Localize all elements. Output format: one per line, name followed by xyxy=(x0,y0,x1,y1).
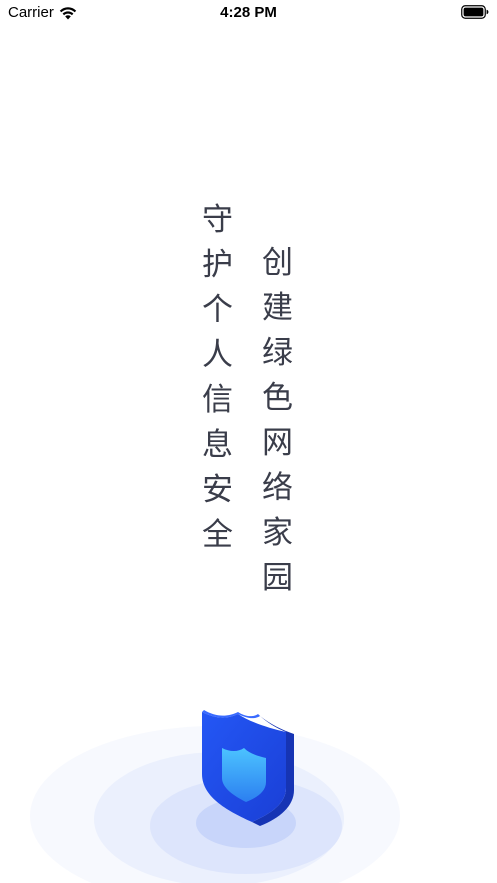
slogan-left-column: 守 护 个 人 信 息 安 全 xyxy=(202,198,233,558)
status-time: 4:28 PM xyxy=(220,4,277,21)
slogan-char: 建 xyxy=(262,290,293,326)
status-bar: Carrier 4:28 PM xyxy=(0,0,497,26)
slogan-char: 护 xyxy=(202,247,233,283)
slogan-char: 络 xyxy=(262,470,293,506)
slogan-char: 息 xyxy=(202,427,233,463)
slogan-char: 网 xyxy=(262,425,293,461)
slogan-char: 家 xyxy=(262,515,293,551)
slogan-char: 守 xyxy=(202,202,233,238)
splash-screen: Carrier 4:28 PM 守 护 个 人 信 息 安 全 创 建 绿 色 … xyxy=(0,0,497,883)
slogan-char: 绿 xyxy=(262,335,293,371)
slogan-right-column: 创 建 绿 色 网 络 家 园 xyxy=(262,241,293,601)
slogan-char: 信 xyxy=(202,382,233,418)
slogan-char: 个 xyxy=(202,292,233,328)
battery-icon xyxy=(461,5,489,19)
slogan-char: 人 xyxy=(202,337,233,373)
slogan-char: 安 xyxy=(202,472,233,508)
slogan-char: 创 xyxy=(262,245,293,281)
slogan-char: 色 xyxy=(262,380,293,416)
slogan-char: 全 xyxy=(202,517,233,553)
slogan-char: 园 xyxy=(262,560,293,596)
shield-icon xyxy=(202,710,294,826)
